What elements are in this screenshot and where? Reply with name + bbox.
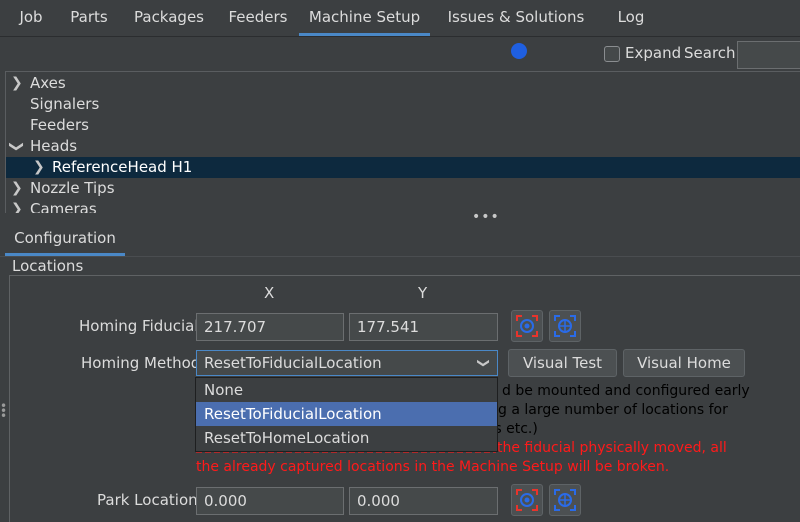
option-none[interactable]: None (196, 378, 497, 402)
warning-text-line: the fiducial physically moved, all (497, 440, 727, 456)
tab-parts[interactable]: Parts (64, 0, 114, 36)
tab-job[interactable]: Job (8, 0, 54, 36)
tree-item-label: Heads (30, 137, 78, 155)
tab-label: Parts (70, 8, 108, 26)
park-location-y-field[interactable]: 0.000 (349, 487, 498, 515)
visual-home-button[interactable]: Visual Home (623, 349, 745, 377)
homing-method-dropdown: None ResetToFiducialLocation ResetToHome… (195, 377, 498, 452)
tab-machine-setup[interactable]: Machine Setup (299, 0, 430, 36)
column-header-x: X (264, 284, 275, 302)
notification-badge-icon (510, 43, 527, 59)
chevron-right-icon[interactable]: ❯ (33, 157, 45, 178)
config-divider (0, 256, 800, 257)
tree-item-feeders[interactable]: Feeders (6, 115, 800, 136)
tab-label: Configuration (14, 229, 116, 247)
visual-test-button[interactable]: Visual Test (508, 349, 617, 377)
info-text-line: d be mounted and configured early (502, 383, 750, 399)
park-location-x-field[interactable]: 0.000 (196, 487, 344, 515)
tab-divider (0, 36, 800, 37)
tree-item-heads[interactable]: ❯ Heads (6, 136, 800, 157)
move-camera-to-location-button[interactable] (549, 310, 581, 342)
tree-item-label: Feeders (30, 116, 89, 134)
tab-packages[interactable]: Packages (124, 0, 214, 36)
camera-move-icon (554, 315, 576, 337)
chevron-right-icon[interactable]: ❯ (11, 178, 23, 199)
tree-item-label: Signalers (30, 95, 100, 113)
tab-label: Job (19, 8, 43, 26)
search-input[interactable] (737, 41, 800, 69)
tab-log[interactable]: Log (610, 0, 652, 36)
section-title: Locations (12, 257, 88, 275)
tree-item-axes[interactable]: ❯ Axes (6, 73, 800, 94)
homing-method-label: Homing Method (81, 354, 201, 372)
tree-item-nozzle-tips[interactable]: ❯ Nozzle Tips (6, 178, 800, 199)
park-location-label: Park Location (97, 491, 198, 509)
tree-item-signalers[interactable]: Signalers (6, 94, 800, 115)
chevron-right-icon[interactable]: ❯ (11, 199, 23, 213)
chevron-right-icon[interactable]: ❯ (11, 73, 23, 94)
tree-item-label: Axes (30, 74, 66, 92)
homing-fiducial-y-field[interactable]: 177.541 (349, 313, 498, 341)
option-reset-to-home-location[interactable]: ResetToHomeLocation (196, 426, 497, 450)
tree-item-referencehead-h1[interactable]: ❯ ReferenceHead H1 (6, 157, 800, 178)
tree-item-label: Nozzle Tips (30, 179, 115, 197)
info-text-line: g a large number of locations for (498, 402, 728, 418)
move-camera-to-location-button[interactable] (549, 484, 581, 516)
tab-feeders[interactable]: Feeders (222, 0, 294, 36)
machine-tree: ❯ Axes Signalers Feeders ❯ Heads ❯ Refer… (5, 71, 800, 213)
tree-item-label: ReferenceHead H1 (52, 158, 193, 176)
tab-issues-solutions[interactable]: Issues & Solutions (438, 0, 594, 59)
capture-camera-location-button[interactable] (511, 310, 543, 342)
camera-capture-icon (516, 489, 538, 511)
camera-move-icon (554, 489, 576, 511)
chevron-down-icon: ❯ (476, 357, 491, 369)
tab-label: Log (617, 8, 645, 26)
capture-camera-location-button[interactable] (511, 484, 543, 516)
camera-capture-icon (516, 315, 538, 337)
search-label: Search (684, 44, 736, 62)
homing-method-value: ResetToFiducialLocation (204, 354, 382, 372)
column-header-y: Y (418, 284, 428, 302)
splitter-handle-icon[interactable]: ••• (472, 209, 500, 225)
tree-item-label: Cameras (30, 200, 97, 213)
homing-method-select[interactable]: ResetToFiducialLocation ❯ (196, 350, 498, 376)
tab-label: Issues & Solutions (447, 8, 585, 26)
tab-label: Packages (134, 8, 204, 26)
side-grip-icon[interactable]: • • • (0, 400, 7, 422)
warning-text-line: the already captured locations in the Ma… (196, 459, 670, 475)
tree-item-cameras[interactable]: ❯ Cameras (6, 199, 800, 213)
chevron-down-icon[interactable]: ❯ (6, 141, 26, 153)
tab-label: Feeders (228, 8, 288, 26)
main-tab-bar: Job Parts Packages Feeders Machine Setup… (0, 0, 800, 59)
expand-label: Expand (625, 44, 682, 62)
homing-fiducial-x-field[interactable]: 217.707 (196, 313, 344, 341)
option-reset-to-fiducial-location[interactable]: ResetToFiducialLocation (196, 402, 497, 426)
expand-checkbox[interactable] (604, 46, 620, 62)
homing-fiducial-label: Homing Fiducial (79, 317, 199, 335)
tab-label: Machine Setup (308, 8, 421, 26)
tab-configuration[interactable]: Configuration (5, 224, 125, 256)
